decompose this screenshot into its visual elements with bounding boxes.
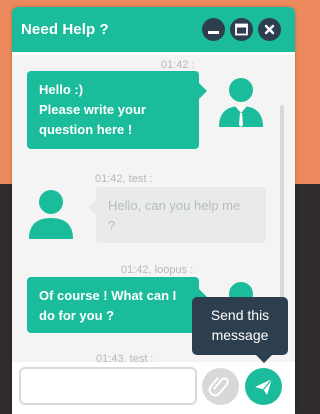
attach-button[interactable] xyxy=(202,368,239,405)
maximize-button[interactable] xyxy=(230,18,253,41)
message-input[interactable] xyxy=(19,367,197,405)
send-tooltip: Send this message xyxy=(192,297,288,363)
chat-header: Need Help ? xyxy=(12,7,295,52)
paperclip-icon xyxy=(208,377,229,397)
message-line: Hello, can you help me xyxy=(108,198,241,213)
minimize-button[interactable] xyxy=(202,18,225,41)
user-avatar xyxy=(29,190,73,239)
tooltip-line: message xyxy=(211,327,269,343)
send-icon xyxy=(255,378,273,395)
window-icon xyxy=(235,23,248,36)
send-button[interactable] xyxy=(245,368,282,405)
tooltip-line: Send this xyxy=(210,307,270,323)
composer xyxy=(12,362,295,414)
minus-icon xyxy=(208,31,219,34)
message-bubble: Hello :) Please write your question here… xyxy=(27,71,207,149)
message-timestamp: 01:42, loopus : xyxy=(121,264,194,276)
message-bubble: Of course ! What can I do for you ? xyxy=(27,277,207,333)
message-line: do for you ? xyxy=(39,308,115,323)
scrollbar[interactable] xyxy=(280,105,284,313)
message-line: Of course ! What can I xyxy=(39,288,177,303)
message-line: Hello :) xyxy=(39,82,84,97)
agent-avatar xyxy=(219,78,263,127)
close-icon xyxy=(264,24,275,35)
message-timestamp: 01:42 : xyxy=(161,59,195,71)
message-line: Please write your xyxy=(39,102,146,117)
chat-title: Need Help ? xyxy=(21,21,109,38)
close-button[interactable] xyxy=(258,18,281,41)
message-line: ? xyxy=(108,218,116,233)
message-timestamp: 01:42, test : xyxy=(95,173,153,185)
message-timestamp: 01:43, test : xyxy=(96,353,154,362)
message-bubble: Hello, can you help me ? xyxy=(88,187,266,243)
message-line: question here ! xyxy=(39,122,133,137)
